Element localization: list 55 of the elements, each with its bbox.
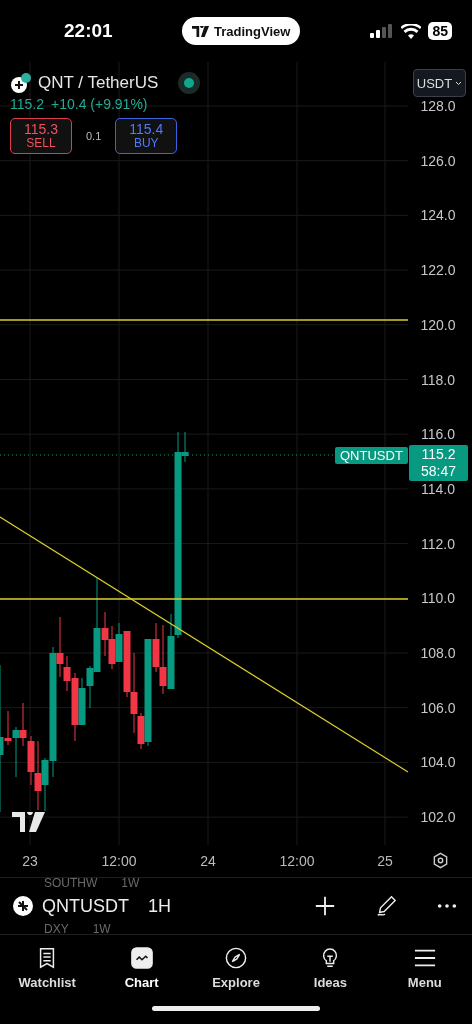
time-axis-label: 12:00: [278, 853, 316, 869]
price-axis-label: 128.0: [419, 97, 457, 115]
sell-button[interactable]: 115.3 SELL: [10, 118, 72, 154]
nav-tab[interactable]: Explore: [188, 935, 284, 1001]
interval-selector[interactable]: 1H: [148, 895, 171, 917]
battery-level: 85: [428, 22, 452, 40]
buy-button[interactable]: 115.4 BUY: [115, 118, 178, 154]
spread-value: 0.1: [86, 130, 102, 142]
watchlist-symbol: DXY: [44, 924, 69, 934]
symbol-price-tag: QNTUSDT: [335, 447, 408, 464]
watchlist-symbol: SOUTHW: [44, 878, 98, 888]
price-axis-label: 118.0: [420, 370, 456, 389]
price-axis-label: 122.0: [419, 261, 457, 280]
time-axis-label: 12:00: [100, 853, 138, 869]
price-axis-label: 114.0: [420, 479, 456, 498]
price-change: +10.4 (+9.91%): [51, 96, 148, 112]
caret-icon: [455, 80, 463, 86]
nav-tab[interactable]: Watchlist: [0, 935, 95, 1001]
price-axis-label: 112.0: [420, 534, 456, 553]
watchlist-interval: 1W: [121, 878, 140, 888]
symbol-name[interactable]: QNTUSDT: [42, 895, 129, 917]
coin-icon: [13, 896, 33, 916]
currency-dropdown[interactable]: USDT: [413, 69, 466, 97]
symbol-title: QNT / TetherUS: [38, 73, 159, 93]
time-axis-label: 23: [21, 853, 39, 869]
trend-line[interactable]: [0, 516, 409, 773]
price-axis-label: 126.0: [419, 151, 457, 170]
logo-icon: [12, 812, 46, 832]
current-price: 115.2: [421, 446, 456, 463]
pencil-icon[interactable]: [375, 895, 397, 917]
nav-tab[interactable]: Ideas: [283, 935, 378, 1001]
price-axis-label: 110.0: [420, 589, 456, 608]
time-axis-label: 25: [376, 853, 394, 869]
bar-countdown: 58:47: [420, 463, 456, 480]
nav-tab[interactable]: Menu: [377, 935, 472, 1001]
app-badge: TradingView: [182, 17, 301, 45]
clock: 22:01: [64, 20, 114, 42]
price-axis-label: 120.0: [419, 315, 457, 334]
watchlist-interval: 1W: [92, 924, 111, 934]
price-axis-label: 102.0: [419, 808, 457, 827]
logo-icon: [192, 25, 210, 37]
nav-tab[interactable]: Chart: [94, 935, 189, 1001]
signal-icon: [370, 24, 395, 38]
price-axis-label: 116.0: [420, 425, 456, 444]
price-axis-label: 108.0: [419, 644, 457, 662]
last-price: 115.2: [10, 96, 44, 112]
price-axis-label: 104.0: [419, 753, 457, 772]
settings-icon[interactable]: [432, 852, 449, 869]
time-axis-label: 24: [199, 853, 217, 869]
price-axis-label: 124.0: [419, 206, 457, 225]
chart-icon: [130, 946, 153, 969]
plus-icon[interactable]: [314, 895, 336, 917]
wifi-icon: [401, 23, 422, 39]
price-axis-label: 106.0: [419, 698, 457, 717]
compass-icon: [225, 946, 247, 969]
